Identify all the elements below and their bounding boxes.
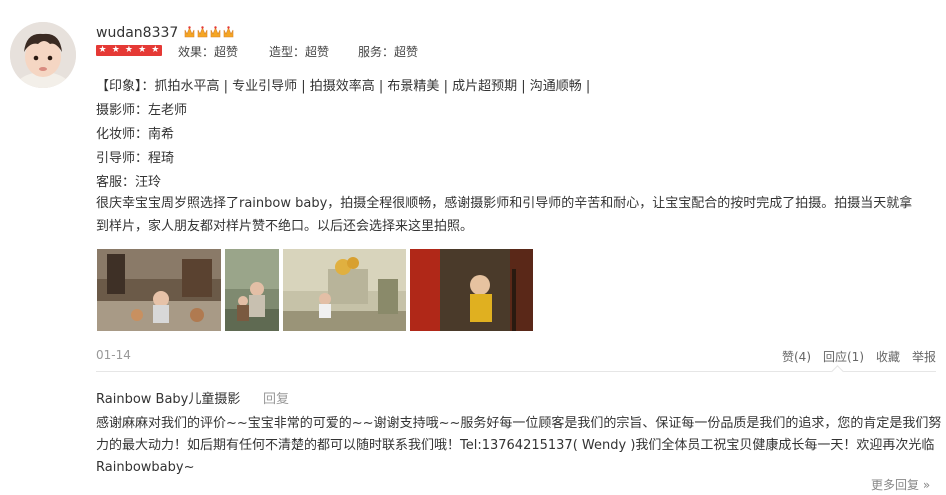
- crown-icon: [197, 26, 208, 38]
- merchant-reply-text: 感谢麻麻对我们的评价~~宝宝非常的可爱的~~谢谢支持哦~~服务好每一位顾客是我们…: [96, 416, 942, 475]
- star-icon: ★: [138, 45, 147, 55]
- star-rating: ★ ★ ★ ★ ★: [96, 45, 162, 56]
- review-photo[interactable]: [225, 249, 279, 331]
- crown-icon: [210, 26, 221, 38]
- review-photo[interactable]: [97, 249, 221, 331]
- score-effect: 效果：超赞: [178, 45, 239, 59]
- favorite-button[interactable]: 收藏: [876, 348, 900, 365]
- member-crowns: [184, 25, 234, 39]
- username[interactable]: wudan8337: [96, 25, 178, 41]
- star-icon: ★: [98, 45, 107, 55]
- review-photo[interactable]: [410, 249, 533, 331]
- report-button[interactable]: 举报: [912, 348, 936, 365]
- star-icon: ★: [111, 45, 120, 55]
- photographer: 摄影师：左老师: [96, 103, 188, 118]
- review-text: 很庆幸宝宝周岁照选择了rainbow baby，拍摄全程很顺畅，感谢摄影师和引导…: [96, 196, 913, 234]
- star-icon: ★: [124, 45, 133, 55]
- review-photo[interactable]: [283, 249, 406, 331]
- reply-button[interactable]: 回复: [263, 388, 289, 407]
- review-date: 01-14: [96, 348, 131, 362]
- guide: 引导师：程琦: [96, 151, 175, 166]
- makeup-artist: 化妆师：南希: [96, 127, 175, 142]
- like-button[interactable]: 赞(4): [782, 348, 811, 365]
- merchant-name[interactable]: Rainbow Baby儿童摄影: [96, 388, 240, 407]
- customer-service: 客服：汪玲: [96, 175, 162, 190]
- more-replies-link[interactable]: 更多回复 »: [871, 476, 930, 493]
- reply-pointer: [831, 365, 844, 378]
- avatar[interactable]: [10, 22, 76, 88]
- star-icon: ★: [151, 45, 160, 55]
- crown-icon: [184, 26, 195, 38]
- score-service: 服务：超赞: [358, 45, 419, 59]
- reply-count-button[interactable]: 回应(1): [823, 348, 864, 365]
- divider: [96, 371, 936, 372]
- impression-tags: 【印象】：抓拍水平高 | 专业引导师 | 拍摄效率高 | 布景精美 | 成片超预…: [96, 79, 591, 94]
- score-styling: 造型：超赞: [269, 45, 330, 59]
- crown-icon: [223, 26, 234, 38]
